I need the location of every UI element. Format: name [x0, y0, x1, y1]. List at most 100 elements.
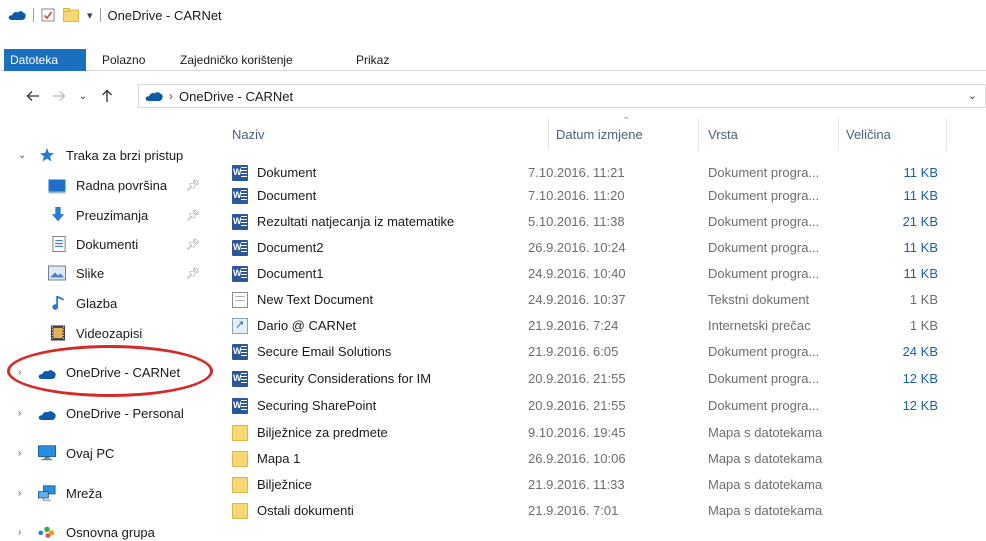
nav-label: OneDrive - Personal — [66, 406, 184, 421]
word-document-icon — [232, 371, 248, 387]
computer-icon — [38, 445, 56, 461]
nav-onedrive-personal[interactable]: › OneDrive - Personal — [0, 400, 212, 426]
file-date: 26.9.2016. 10:06 — [528, 451, 626, 466]
file-type: Mapa s datotekama — [708, 503, 823, 518]
pin-icon[interactable]: 📌︎ — [186, 179, 200, 192]
column-header-size[interactable]: Veličina — [846, 118, 946, 150]
nav-item-music[interactable]: Glazba — [0, 290, 212, 316]
network-icon — [38, 485, 56, 501]
nav-item-downloads[interactable]: Preuzimanja 📌︎ — [0, 202, 212, 228]
expanded-chevron-icon[interactable]: ⌄ — [18, 150, 30, 161]
folder-row[interactable]: Ostali dokumenti 21.9.2016. 7:01 Mapa s … — [222, 498, 946, 524]
file-type: Dokument progra... — [708, 188, 820, 203]
word-document-icon — [232, 266, 248, 282]
nav-network[interactable]: › Mreža — [0, 480, 212, 506]
column-separator[interactable] — [838, 118, 839, 150]
file-row[interactable]: Rezultati natjecanja iz matematike 5.10.… — [222, 209, 946, 235]
file-date: 20.9.2016. 21:55 — [528, 371, 626, 386]
column-separator[interactable] — [946, 118, 947, 150]
file-date: 20.9.2016. 21:55 — [528, 398, 626, 413]
file-date: 5.10.2016. 11:38 — [528, 214, 625, 229]
breadcrumb-chevron-icon[interactable]: › — [169, 89, 173, 103]
file-type: Dokument progra... — [708, 398, 820, 413]
folder-icon — [232, 477, 248, 493]
column-header-label: Naziv — [232, 126, 265, 142]
nav-label: Mreža — [66, 486, 103, 501]
file-row[interactable]: Document2 26.9.2016. 10:24 Dokument prog… — [222, 235, 946, 261]
quick-access-toolbar-dropdown[interactable]: ▾ — [87, 9, 93, 22]
word-document-icon — [232, 240, 248, 256]
onedrive-icon — [8, 11, 26, 20]
file-size: 11 KB — [903, 266, 938, 281]
file-type: Tekstni dokument — [708, 292, 810, 307]
pin-icon[interactable]: 📌︎ — [186, 267, 200, 280]
folder-icon — [232, 425, 248, 441]
nav-this-pc[interactable]: › Ovaj PC — [0, 440, 212, 466]
forward-button[interactable] — [48, 85, 70, 107]
folder-row[interactable]: Mapa 1 26.9.2016. 10:06 Mapa s datotekam… — [222, 446, 946, 472]
file-name: Document1 — [257, 266, 324, 281]
nav-item-documents[interactable]: Dokumenti 📌︎ — [0, 231, 212, 257]
column-header-date[interactable]: Datum izmjene — [556, 118, 698, 150]
collapsed-chevron-icon[interactable]: › — [18, 408, 30, 419]
nav-item-videos[interactable]: Videozapisi — [0, 320, 212, 346]
tab-file[interactable]: Datoteka — [4, 49, 86, 71]
back-arrow-icon — [26, 91, 39, 101]
file-size: 1 KB — [909, 318, 938, 333]
nav-item-pictures[interactable]: Slike 📌︎ — [0, 260, 212, 286]
recent-locations-button[interactable]: ⌄ — [72, 85, 94, 107]
nav-label: Osnovna grupa — [66, 525, 155, 540]
tab-view[interactable]: Prikaz — [356, 49, 416, 71]
file-type: Dokument progra... — [708, 371, 820, 386]
column-separator[interactable] — [698, 118, 699, 150]
file-name: New Text Document — [257, 292, 374, 307]
file-row[interactable]: Securing SharePoint 20.9.2016. 21:55 Dok… — [222, 393, 946, 419]
nav-homegroup[interactable]: › Osnovna grupa — [0, 519, 212, 541]
address-dropdown-icon[interactable]: ⌄ — [968, 89, 977, 102]
file-type: Dokument progra... — [708, 266, 820, 281]
file-row[interactable]: Document1 24.9.2016. 10:40 Dokument prog… — [222, 261, 946, 287]
breadcrumb-current[interactable]: OneDrive - CARNet — [179, 89, 293, 104]
pin-icon[interactable]: 📌︎ — [186, 238, 200, 251]
pin-icon[interactable]: 📌︎ — [186, 209, 200, 222]
file-type: Mapa s datotekama — [708, 451, 823, 466]
file-row[interactable]: Dario @ CARNet 21.9.2016. 7:24 Internets… — [222, 313, 946, 339]
file-row[interactable]: Secure Email Solutions 21.9.2016. 6:05 D… — [222, 339, 946, 365]
up-arrow-icon — [102, 89, 112, 102]
documents-icon — [52, 236, 66, 252]
file-size: 12 KB — [902, 398, 938, 413]
nav-quick-access[interactable]: ⌄ Traka za brzi pristup — [0, 142, 212, 168]
nav-label: Ovaj PC — [66, 446, 115, 461]
column-separator[interactable] — [548, 118, 549, 150]
tab-home[interactable]: Polazno — [102, 49, 178, 71]
internet-shortcut-icon — [232, 318, 248, 334]
file-row[interactable]: Document 7.10.2016. 11:20 Dokument progr… — [222, 183, 946, 209]
tab-share[interactable]: Zajedničko korištenje — [180, 49, 356, 71]
collapsed-chevron-icon[interactable]: › — [18, 488, 30, 499]
file-date: 21.9.2016. 11:33 — [528, 477, 625, 492]
word-document-icon — [232, 214, 248, 230]
column-header-type[interactable]: Vrsta — [708, 118, 838, 150]
folder-row[interactable]: Bilježnice 21.9.2016. 11:33 Mapa s datot… — [222, 472, 946, 498]
star-icon — [40, 148, 54, 162]
up-button[interactable] — [96, 85, 118, 107]
new-folder-icon[interactable] — [63, 8, 79, 22]
file-date: 7.10.2016. 11:21 — [528, 165, 625, 180]
file-size: 11 KB — [903, 188, 938, 203]
column-header-name[interactable]: Naziv — [232, 118, 548, 150]
file-date: 21.9.2016. 6:05 — [528, 344, 619, 359]
desktop-icon — [48, 179, 66, 194]
file-row[interactable]: New Text Document 24.9.2016. 10:37 Tekst… — [222, 287, 946, 313]
file-row[interactable]: Security Considerations for IM 20.9.2016… — [222, 366, 946, 392]
file-name: Dokument — [257, 165, 317, 180]
navigation-bar: ⌄ › OneDrive - CARNet ⌄ — [0, 82, 986, 110]
folder-row[interactable]: Bilježnice za predmete 9.10.2016. 19:45 … — [222, 420, 946, 446]
collapsed-chevron-icon[interactable]: › — [18, 527, 30, 538]
properties-icon[interactable] — [41, 8, 55, 22]
address-bar[interactable]: › OneDrive - CARNet ⌄ — [138, 84, 986, 108]
back-button[interactable] — [22, 85, 44, 107]
nav-item-desktop[interactable]: Radna površina 📌︎ — [0, 172, 212, 198]
collapsed-chevron-icon[interactable]: › — [18, 448, 30, 459]
nav-label: Radna površina — [76, 178, 168, 193]
file-size: 12 KB — [902, 371, 938, 386]
